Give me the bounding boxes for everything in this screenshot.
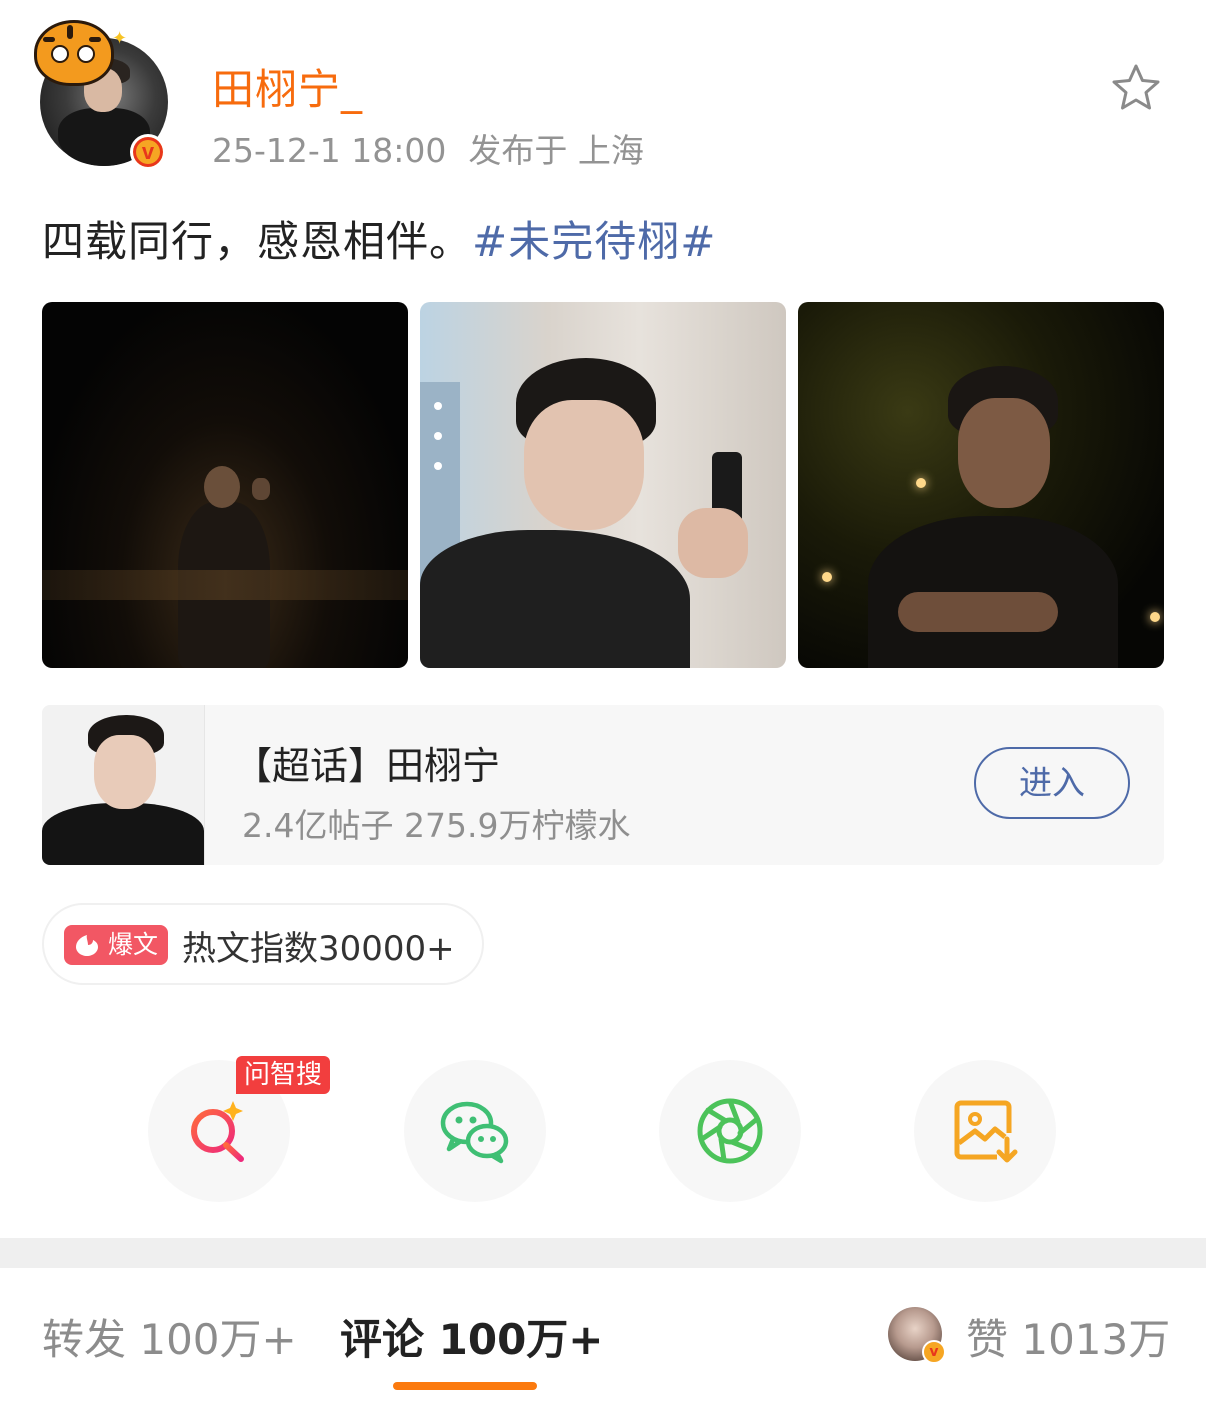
verified-badge-icon: v bbox=[130, 134, 166, 170]
super-topic-cover bbox=[42, 705, 205, 865]
post-location: 发布于 上海 bbox=[468, 131, 644, 170]
hot-tag-label: 爆文 bbox=[108, 930, 159, 959]
super-topic-card[interactable]: 【超话】田栩宁 2.4亿帖子 275.9万柠檬水 进入 bbox=[42, 705, 1164, 865]
post-photo-1[interactable] bbox=[42, 302, 408, 668]
liker-verified-icon: v bbox=[922, 1340, 946, 1364]
post-photo-3[interactable] bbox=[798, 302, 1164, 668]
post-time: 25-12-1 18:00 bbox=[212, 131, 447, 170]
super-topic-title: 【超话】田栩宁 bbox=[234, 744, 501, 788]
wechat-share-button[interactable] bbox=[404, 1060, 546, 1202]
flame-icon bbox=[76, 935, 98, 956]
hashtag-link[interactable]: #未完待栩# bbox=[472, 217, 716, 266]
favorite-star-icon[interactable] bbox=[1110, 62, 1162, 114]
save-image-button[interactable] bbox=[914, 1060, 1056, 1202]
moments-icon bbox=[697, 1098, 763, 1164]
section-divider bbox=[0, 1238, 1206, 1268]
save-image-icon bbox=[954, 1100, 1018, 1163]
active-tab-indicator bbox=[393, 1382, 537, 1390]
hot-article-pill[interactable]: 爆文 热文指数30000+ bbox=[42, 903, 484, 985]
sparkle-icon: ✦ bbox=[112, 28, 128, 49]
ai-search-badge: 问智搜 bbox=[236, 1056, 331, 1094]
tab-comment[interactable]: 评论 100万+ bbox=[340, 1306, 604, 1367]
post-meta: 25-12-1 18:00 发布于 上海 bbox=[212, 124, 644, 172]
post-text: 四载同行，感恩相伴。#未完待栩# bbox=[42, 208, 716, 269]
tab-repost[interactable]: 转发 100万+ bbox=[42, 1306, 297, 1367]
wechat-icon bbox=[440, 1101, 509, 1164]
enter-button[interactable]: 进入 bbox=[974, 747, 1130, 819]
tab-like[interactable]: 赞 1013万 bbox=[966, 1306, 1170, 1367]
tiger-sticker-icon bbox=[34, 20, 114, 86]
post-body: 四载同行，感恩相伴。 bbox=[42, 217, 473, 266]
ai-search-icon bbox=[191, 1101, 244, 1162]
super-topic-stats: 2.4亿帖子 275.9万柠檬水 bbox=[242, 806, 631, 845]
hot-article-tag: 爆文 bbox=[64, 925, 168, 965]
moments-share-button[interactable] bbox=[659, 1060, 801, 1202]
hot-index-text: 热文指数30000+ bbox=[182, 929, 455, 969]
username[interactable]: 田栩宁_ bbox=[212, 56, 363, 117]
post-photo-2[interactable] bbox=[420, 302, 786, 668]
